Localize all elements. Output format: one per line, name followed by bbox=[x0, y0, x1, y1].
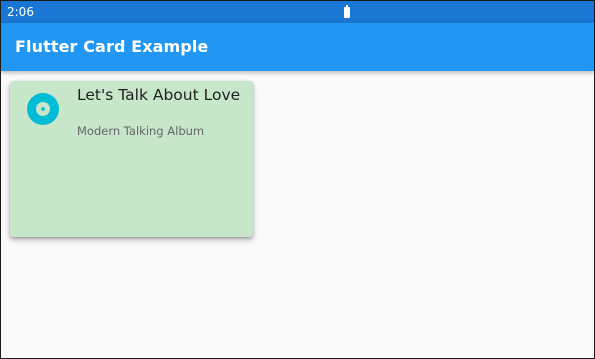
status-bar: 2:06 bbox=[1, 1, 594, 23]
status-time: 2:06 bbox=[7, 5, 34, 19]
app-bar: Flutter Card Example bbox=[1, 23, 594, 71]
card-title: Let's Talk About Love bbox=[77, 86, 241, 104]
app-bar-title: Flutter Card Example bbox=[15, 37, 209, 56]
battery-icon bbox=[344, 5, 350, 18]
app-screen: 2:06 Flutter Card Example Let's Talk Abo… bbox=[0, 0, 595, 359]
album-icon bbox=[27, 93, 59, 125]
album-card[interactable]: Let's Talk About Love Modern Talking Alb… bbox=[10, 81, 253, 237]
card-subtitle: Modern Talking Album bbox=[77, 124, 205, 138]
